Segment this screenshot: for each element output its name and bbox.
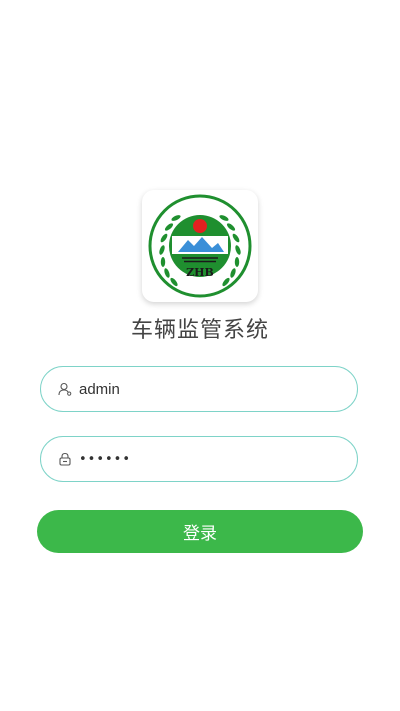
- emblem-icon: ZHB: [148, 194, 252, 298]
- logo-text: ZHB: [186, 266, 214, 279]
- login-button[interactable]: 登录: [37, 510, 363, 553]
- username-field[interactable]: [40, 366, 358, 412]
- password-field[interactable]: [40, 436, 358, 482]
- page-title: 车辆监管系统: [130, 318, 269, 343]
- user-icon: [57, 381, 73, 397]
- lock-icon: [57, 451, 73, 467]
- app-logo: ZHB: [142, 190, 258, 302]
- password-input[interactable]: [79, 451, 329, 467]
- login-page: ZHB 车辆监管系统 登录: [0, 0, 400, 711]
- username-input[interactable]: [79, 380, 329, 398]
